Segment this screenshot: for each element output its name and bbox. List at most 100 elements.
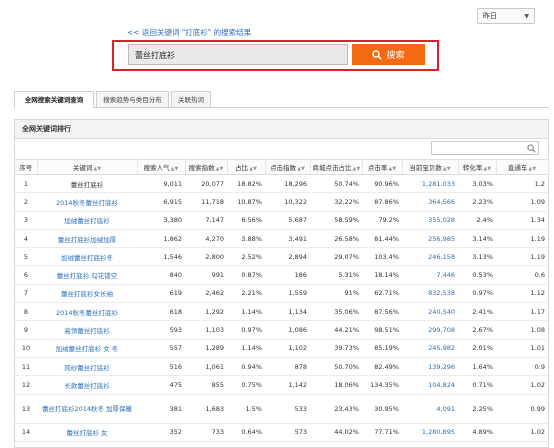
table-cell: 618 [137,302,185,322]
table-cell: 2.52% [227,247,265,267]
keyword-link[interactable]: 蕾丝打底衫女长袖 [37,284,137,304]
keyword-link[interactable]: 加绒蕾丝打底衫冬 [37,247,137,267]
table-cell: 840 [137,265,185,285]
table-cell: 2.21% [227,284,265,304]
keyword-link[interactable]: 蕾丝打底衫加绒加厚 [37,229,137,249]
column-header[interactable]: 搜索指数▲▼ [185,159,228,175]
keyword-link[interactable]: 蕾丝打底衫 女 [37,423,137,442]
item-count-link[interactable]: 246,158 [402,247,458,267]
table-cell: 186 [265,265,310,285]
search-icon [527,144,536,153]
table-cell: 0.94% [227,357,265,377]
date-range-value: 昨日 [483,12,497,20]
tab-bar: 全网搜索关键词查询 搜索趋势与类目分布 关联热词 [14,91,549,108]
keyword-link[interactable]: 2014秋冬蕾丝打底衫 [37,302,137,322]
table-cell: 1.02 [496,423,548,442]
panel-title: 全网关键词排行 [15,120,548,139]
table-cell: 1,086 [265,320,310,340]
column-header[interactable]: 搜索人气▲▼ [137,159,186,175]
table-cell: 1.14% [227,339,265,358]
column-header[interactable]: 商城点击占比▲▼ [310,159,363,175]
table-row: 11 冈纱蕾丝打底衫 516 1,061 0.94% 878 50.70% 82.49% 139… [15,357,548,377]
item-count-link[interactable]: 364,566 [402,192,458,212]
item-count-link[interactable]: 240,540 [402,302,458,322]
table-cell: 18.14% [362,265,402,285]
item-count-link[interactable]: 245,982 [402,339,458,358]
column-header[interactable]: 点击指数▲▼ [265,159,311,175]
column-header[interactable]: 转化率▲▼ [458,159,497,175]
table-cell: 0.9 [496,357,548,377]
table-cell: 18,296 [265,174,310,194]
sort-icon: ▲▼ [528,166,537,172]
item-count-link[interactable]: 1,280,895 [402,423,458,442]
table-cell: 0.97% [458,284,496,304]
table-cell: 90.96% [362,174,402,194]
table-cell: 0.75% [227,375,265,395]
table-cell: 6,915 [137,192,185,212]
tab-related-words[interactable]: 关联热词 [171,91,211,107]
table-cell: 0.87% [227,265,265,285]
keyword-link[interactable]: 蕾丝打底衫 [37,174,137,194]
table-row: 4 蕾丝打底衫加绒加厚 1,862 4,270 3.88% 3,491 26.58% 81.4… [15,229,548,249]
table-cell: 103.4% [362,247,402,267]
table-cell: 9,011 [137,174,185,194]
table-cell: 5.31% [310,265,362,285]
column-header[interactable]: 直通车▲▼ [496,159,549,175]
keyword-link[interactable]: 加绒蕾丝打底衫 女 冬 [37,339,137,358]
table-cell: 20,077 [185,174,227,194]
row-index: 11 [15,357,37,377]
item-count-link[interactable]: 139,296 [402,357,458,377]
table-cell: 878 [265,357,310,377]
item-count-link[interactable]: 4,091 [402,394,458,424]
table-cell: 1,292 [185,302,227,322]
table-cell: 516 [137,357,185,377]
search-button-label: 搜索 [386,51,405,61]
keyword-link[interactable]: 蕾丝打底衫 勾花镂空 [37,265,137,285]
item-count-link[interactable]: 1,281,033 [402,174,458,194]
column-header[interactable]: 点击率▲▼ [362,159,403,175]
keyword-link[interactable]: 高领蕾丝打底衫 [37,320,137,340]
tab-keyword-query[interactable]: 全网搜索关键词查询 [14,91,94,108]
keyword-link[interactable]: 冈纱蕾丝打底衫 [37,357,137,377]
table-cell: 1.01 [496,339,548,358]
column-header[interactable]: 关键词▲▼ [37,159,138,175]
sort-icon: ▲▼ [483,166,492,172]
table-cell: 10,322 [265,192,310,212]
keyword-link[interactable]: 蕾丝打底衫2014秋冬 加厚保暖 [37,394,137,424]
back-to-results-link[interactable]: << 返回关键词 "打底衫" 的搜索结果 [127,27,251,38]
item-count-link[interactable]: 104,824 [402,375,458,395]
search-button[interactable]: 搜索 [352,44,425,65]
item-count-link[interactable]: 832,538 [402,284,458,304]
search-icon [372,49,383,60]
table-row: 7 蕾丝打底衫女长袖 619 2,462 2.21% 1,559 91% 62.71% 832,… [15,284,548,304]
table-cell: 381 [137,394,185,424]
table-cell: 1,102 [265,339,310,358]
column-header[interactable]: 占比▲▼ [227,159,266,175]
filter-input[interactable] [431,141,539,155]
keyword-link[interactable]: 长款蕾丝打底衫 [37,375,137,395]
date-range-select[interactable]: 昨日 ▼ [477,8,535,24]
table-cell: 1,134 [265,302,310,322]
table-cell: 87.56% [362,302,402,322]
table-cell: 3.88% [227,229,265,249]
search-input[interactable]: 蕾丝打底衫 [128,44,348,65]
table-cell: 10.87% [227,192,265,212]
item-count-link[interactable]: 256,985 [402,229,458,249]
table-cell: 1,862 [137,229,185,249]
table-cell: 1.08 [496,320,548,340]
keyword-link[interactable]: 加绒蕾丝打底衫 [37,211,137,230]
table-cell: 11,718 [185,192,227,212]
top-bar: 昨日 ▼ << 返回关键词 "打底衫" 的搜索结果 蕾丝打底衫 搜索 [0,0,554,92]
column-header[interactable]: 当前宝贝数▲▼ [402,159,459,175]
item-count-link[interactable]: 355,028 [402,211,458,230]
table-cell: 18.82% [227,174,265,194]
item-count-link[interactable]: 299,708 [402,320,458,340]
tab-trend-category[interactable]: 搜索趋势与类目分布 [96,91,169,107]
keyword-link[interactable]: 2014秋冬蕾丝打底衫 [37,192,137,212]
item-count-link[interactable]: 7,446 [402,265,458,285]
table-cell: 2.41% [458,302,496,322]
table-header-row: 序号 关键词▲▼ 搜索人气▲▼ 搜索指数▲▼ 占比▲▼ 点击指数▲▼ 商城点击占… [15,159,549,175]
table-cell: 2.01% [458,339,496,358]
table-cell: 1.19 [496,229,548,249]
table-cell: 1,289 [185,339,227,358]
